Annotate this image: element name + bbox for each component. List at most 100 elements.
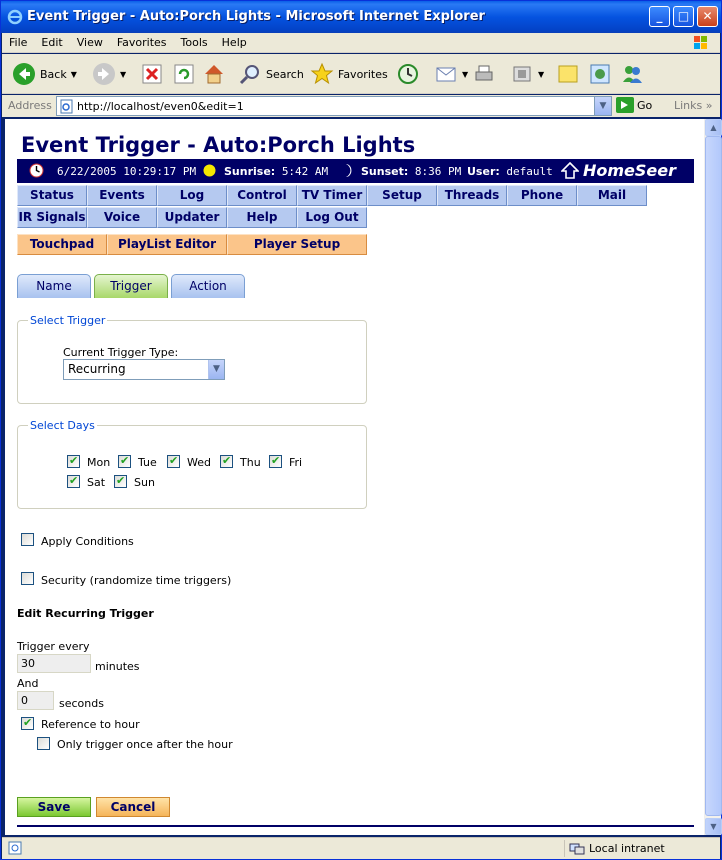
menu-file[interactable]: File (2, 33, 34, 49)
only-once-checkbox[interactable] (37, 737, 50, 750)
mail-icon (436, 67, 456, 82)
menu-view[interactable]: View (70, 33, 110, 49)
search-button[interactable]: Search (238, 60, 304, 88)
reference-hour-label: Reference to hour (41, 718, 140, 731)
seconds-input[interactable]: 0 (17, 691, 54, 710)
trigger-type-select[interactable]: Recurring ▼ (63, 359, 225, 380)
nav-threads[interactable]: Threads (437, 185, 507, 206)
close-button[interactable]: ✕ (697, 6, 718, 27)
history-button[interactable] (396, 60, 420, 88)
menu-bar: File Edit View Favorites Tools Help (2, 33, 720, 53)
menu-help[interactable]: Help (215, 33, 254, 49)
sunset-label: Sunset: (361, 165, 409, 178)
links-toolbar[interactable]: Links » (674, 99, 713, 112)
refresh-button[interactable] (172, 60, 196, 88)
trigger-every-label: Trigger every (17, 640, 90, 653)
apply-conditions-checkbox[interactable] (21, 533, 34, 546)
maximize-button[interactable]: □ (673, 6, 694, 27)
nav-voice[interactable]: Voice (87, 207, 157, 228)
menu-tools[interactable]: Tools (174, 33, 215, 49)
chevron-down-icon: ▼ (70, 69, 77, 79)
nav-log[interactable]: Log (157, 185, 227, 206)
menu-edit[interactable]: Edit (34, 33, 69, 49)
minimize-button[interactable]: _ (649, 6, 670, 27)
back-arrow-icon (13, 63, 35, 85)
user-name: default (506, 165, 553, 178)
nav-control[interactable]: Control (227, 185, 297, 206)
security-zone: Local intranet (564, 840, 714, 857)
vertical-scrollbar[interactable]: ▲ ▼ (704, 119, 722, 835)
info-datetime: 6/22/2005 10:29:17 PM (57, 165, 197, 178)
nav-setup[interactable]: Setup (367, 185, 437, 206)
nav-log-out[interactable]: Log Out (297, 207, 367, 228)
messenger-icon (623, 66, 642, 83)
edit-button[interactable]: ▼ (510, 60, 544, 88)
forward-button[interactable]: ▼ (92, 60, 126, 88)
scroll-down-icon[interactable]: ▼ (705, 818, 722, 835)
window-title: Event Trigger - Auto:Porch Lights - Micr… (27, 9, 485, 24)
day-sun-checkbox[interactable] (114, 474, 127, 488)
nav-player-setup[interactable]: Player Setup (227, 234, 367, 255)
nav-events[interactable]: Events (87, 185, 157, 206)
research-button[interactable] (588, 60, 612, 88)
scroll-up-icon[interactable]: ▲ (705, 119, 722, 136)
minutes-unit: minutes (95, 660, 140, 673)
title-bar[interactable]: Event Trigger - Auto:Porch Lights - Micr… (1, 1, 721, 33)
clock-icon (29, 163, 44, 178)
chevron-down-icon[interactable]: ▼ (208, 360, 224, 379)
day-fri-checkbox[interactable] (269, 454, 282, 468)
back-button[interactable]: Back ▼ (12, 60, 77, 88)
mail-button[interactable]: ▼ (434, 60, 468, 88)
day-thu-checkbox[interactable] (220, 454, 233, 468)
security-checkbox[interactable] (21, 572, 34, 585)
day-sun-label: Sun (134, 476, 155, 489)
nav-phone[interactable]: Phone (507, 185, 577, 206)
trigger-type-label: Current Trigger Type: (63, 346, 179, 359)
day-wed-checkbox[interactable] (167, 454, 180, 468)
messenger-button[interactable] (620, 60, 644, 88)
nav-tv-timer[interactable]: TV Timer (297, 185, 367, 206)
menu-favorites[interactable]: Favorites (110, 33, 174, 49)
and-label: And (17, 677, 39, 690)
day-mon-checkbox[interactable] (67, 454, 80, 468)
day-sat-checkbox[interactable] (67, 474, 80, 488)
forward-arrow-icon (93, 63, 115, 85)
address-input[interactable]: http://localhost/even0&edit=1 ▼ (56, 96, 612, 116)
favorites-button[interactable]: Favorites (310, 60, 388, 88)
stop-button[interactable] (140, 60, 164, 88)
home-button[interactable] (202, 60, 226, 88)
tab-action[interactable]: Action (171, 274, 245, 298)
nav-playlist-editor[interactable]: PlayList Editor (107, 234, 227, 255)
stop-icon (142, 64, 162, 84)
page-title: Event Trigger - Auto:Porch Lights (21, 133, 416, 157)
save-button[interactable]: Save (17, 797, 91, 817)
scroll-thumb[interactable] (705, 136, 722, 816)
edit-recurring-heading: Edit Recurring Trigger (17, 607, 154, 620)
nav-help[interactable]: Help (227, 207, 297, 228)
nav-mail[interactable]: Mail (577, 185, 647, 206)
user-label: User: (467, 165, 500, 178)
homeseer-logo-icon (561, 162, 579, 179)
nav-status[interactable]: Status (17, 185, 87, 206)
nav-touchpad[interactable]: Touchpad (17, 234, 107, 255)
sunset-time: 8:36 PM (414, 165, 462, 178)
minutes-input[interactable]: 30 (17, 654, 91, 673)
intranet-icon (569, 843, 585, 854)
brand-logo: HomeSeer (583, 161, 677, 180)
reference-hour-checkbox[interactable] (21, 716, 34, 730)
day-tue-checkbox[interactable] (118, 454, 131, 468)
address-dropdown-icon[interactable]: ▼ (594, 97, 611, 115)
print-button[interactable] (472, 60, 496, 88)
star-icon (310, 62, 334, 85)
cancel-button[interactable]: Cancel (96, 797, 170, 817)
nav-ir-signals[interactable]: IR Signals (17, 207, 87, 228)
discuss-button[interactable] (556, 60, 580, 88)
tab-trigger[interactable]: Trigger (94, 274, 168, 298)
go-button[interactable]: Go (616, 97, 652, 113)
tab-name[interactable]: Name (17, 274, 91, 298)
search-icon (239, 65, 259, 85)
nav-updater[interactable]: Updater (157, 207, 227, 228)
address-label: Address (8, 99, 52, 112)
printer-icon (475, 65, 493, 81)
page-icon (60, 99, 73, 114)
